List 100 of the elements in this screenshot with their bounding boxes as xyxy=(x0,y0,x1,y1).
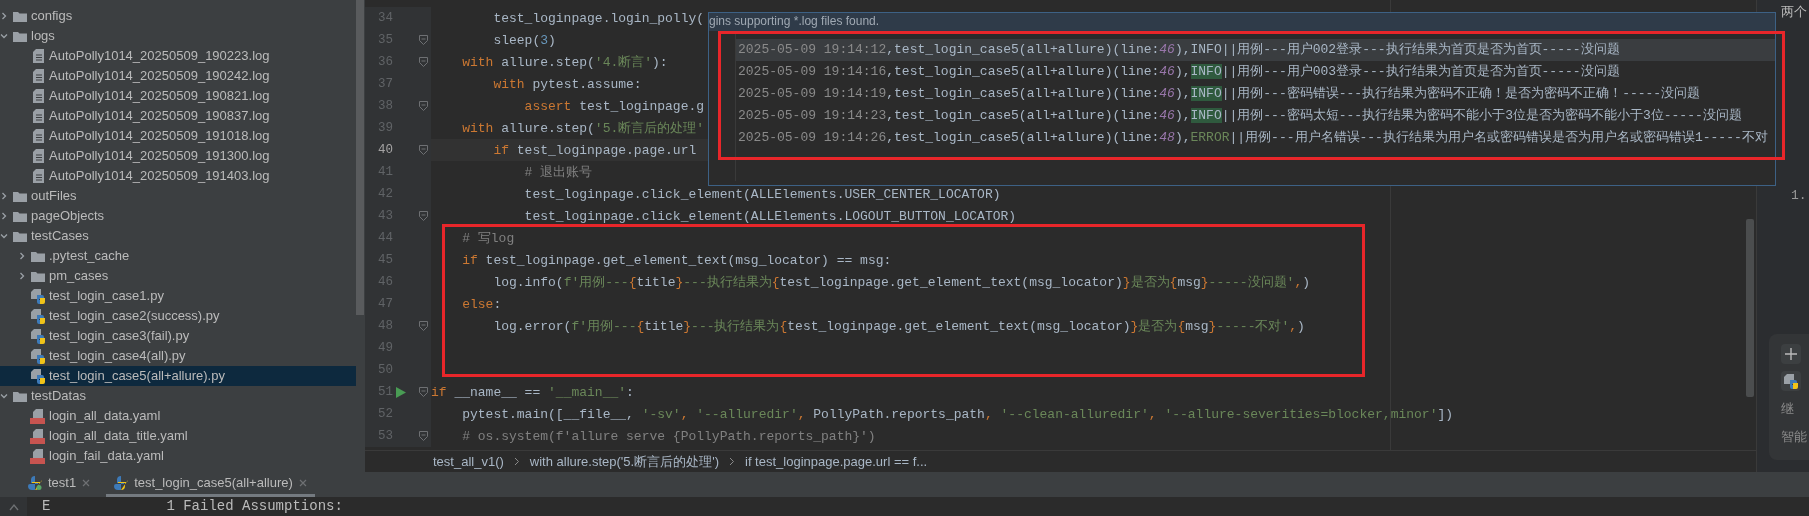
fold-icon[interactable] xyxy=(418,321,428,331)
tree-item[interactable]: testDatas xyxy=(0,386,356,406)
scrollbar[interactable] xyxy=(356,0,364,315)
python-file-icon xyxy=(31,288,45,304)
collapse-chevron-icon xyxy=(18,252,26,260)
code-line: else: xyxy=(461,296,502,312)
yaml-file-icon xyxy=(30,408,46,424)
code-line: log.error(f'用例---{title}---执行结果为{test_loginpage.get_element_text(msg_locator)}是否为{msg}-----不对',) xyxy=(492,318,1305,334)
code-line: test_loginpage.login_polly( xyxy=(492,10,705,26)
run-tab[interactable]: test1 xyxy=(20,472,99,497)
add-button[interactable] xyxy=(1781,344,1801,364)
expand-chevron-icon xyxy=(0,32,8,40)
panel-text: 两个 xyxy=(1781,4,1807,19)
file-button[interactable] xyxy=(1781,371,1801,391)
tree-item[interactable]: test_login_case1.py xyxy=(0,286,356,306)
tree-item[interactable]: AutoPolly1014_20250509_190242.log xyxy=(0,66,356,86)
tree-item[interactable]: AutoPolly1014_20250509_191300.log xyxy=(0,146,356,166)
run-icon[interactable] xyxy=(396,386,406,398)
python-file-icon xyxy=(31,328,45,344)
code-line: assert test_loginpage.g xyxy=(523,98,705,114)
scrollbar[interactable] xyxy=(1746,219,1754,397)
tree-item[interactable]: outFiles xyxy=(0,186,356,206)
code-line: if test_loginpage.get_element_text(msg_locator) == msg: xyxy=(461,252,892,268)
tree-item[interactable]: test_login_case4(all).py xyxy=(0,346,356,366)
collapse-chevron-icon xyxy=(0,12,8,20)
close-icon xyxy=(298,479,307,487)
tree-item[interactable]: test_login_case2(success).py xyxy=(0,306,356,326)
log-entry[interactable]: 2025-05-09 19:14:23,test_login_case5(all+allure)(line:46),INFO||用例---密码太短---执行结果为密码不能小于3位是否为密码不能小于3位-----没问题 xyxy=(736,105,1775,127)
document-icon xyxy=(32,149,44,163)
collapse-chevron-icon xyxy=(0,192,8,200)
tree-item[interactable]: AutoPolly1014_20250509_190821.log xyxy=(0,86,356,106)
document-icon xyxy=(32,109,44,123)
run-tab[interactable]: test_login_case5(all+allure) xyxy=(106,472,315,497)
tree-item[interactable]: AutoPolly1014_20250509_191403.log xyxy=(0,166,356,186)
folder-icon xyxy=(13,230,27,242)
expand-chevron-icon xyxy=(0,232,8,240)
code-line: log.info(f'用例---{title}---执行结果为{test_loginpage.get_element_text(msg_locator)}是否为{msg}-----没问题',) xyxy=(492,274,1311,290)
python-icon xyxy=(114,476,129,490)
code-line: pytest.main([__file__, '-sv', '--alluredir', PollyPath.reports_path, '--clean-alluredir', '--allure-severities=blocker,minor']) xyxy=(461,406,1454,422)
folder-icon xyxy=(13,30,27,42)
fold-icon[interactable] xyxy=(418,431,428,441)
tree-item[interactable]: testCases xyxy=(0,226,356,246)
document-icon xyxy=(32,69,44,83)
fold-icon[interactable] xyxy=(418,101,428,111)
code-line: test_loginpage.click_element(ALLElements.LOGOUT_BUTTON_LOCATOR) xyxy=(523,208,1017,224)
code-line: with allure.step('5.断言后的处理' xyxy=(461,120,705,136)
tree-item[interactable]: AutoPolly1014_20250509_190223.log xyxy=(0,46,356,66)
fold-icon[interactable] xyxy=(418,211,428,221)
yaml-file-icon xyxy=(30,448,46,464)
console-text: 1 Failed Assumptions: xyxy=(166,497,343,516)
tree-item[interactable]: login_all_data.yaml xyxy=(0,406,356,426)
tree-item[interactable]: test_login_case5(all+allure).py xyxy=(0,366,356,386)
plus-icon xyxy=(1785,348,1797,360)
code-line: sleep(3) xyxy=(492,32,556,48)
code-line: # 写log xyxy=(461,230,515,246)
tree-item[interactable]: .pytest_cache xyxy=(0,246,356,266)
python-file-icon xyxy=(31,308,45,324)
fold-icon[interactable] xyxy=(418,145,428,155)
tree-item[interactable]: pm_cases xyxy=(0,266,356,286)
collapse-chevron-icon xyxy=(0,212,8,220)
panel-label: 继 xyxy=(1781,401,1794,416)
chevron-icon xyxy=(729,457,735,466)
yaml-file-icon xyxy=(30,428,46,444)
close-icon xyxy=(82,479,91,487)
tree-item[interactable]: login_all_data_title.yaml xyxy=(0,426,356,446)
document-icon xyxy=(32,129,44,143)
line-number: 40 xyxy=(377,141,393,159)
tree-item[interactable]: configs xyxy=(0,6,356,26)
folder-icon xyxy=(31,270,45,282)
chevron-icon xyxy=(513,457,520,466)
code-line: test_loginpage.click_element(ALLElements.USER_CENTER_LOCATOR) xyxy=(523,186,1001,202)
breadcrumb[interactable]: with allure.step('5.断言后的处理') xyxy=(529,451,719,472)
python-file-icon xyxy=(31,348,45,364)
list-marker: 1. xyxy=(1791,188,1807,203)
fold-icon[interactable] xyxy=(418,35,428,45)
document-icon xyxy=(32,89,44,103)
collapse-chevron-icon xyxy=(18,272,26,280)
breadcrumb[interactable]: if test_loginpage.page.url == f... xyxy=(745,451,928,472)
tree-item[interactable]: AutoPolly1014_20250509_190837.log xyxy=(0,106,356,126)
tree-item[interactable]: logs xyxy=(0,26,356,46)
document-icon xyxy=(32,169,44,183)
log-entry[interactable]: 2025-05-09 19:14:19,test_login_case5(all+allure)(line:46),INFO||用例---密码错误---执行结果为密码不正确！是否为密码不正确！-----没问题 xyxy=(736,83,1775,105)
code-line: if __name__ == '__main__': xyxy=(431,384,634,400)
tree-item[interactable]: pageObjects xyxy=(0,206,356,226)
expand-chevron-icon xyxy=(0,392,8,400)
tree-item[interactable]: AutoPolly1014_20250509_191018.log xyxy=(0,126,356,146)
tree-item[interactable]: login_fail_data.yaml xyxy=(0,446,356,466)
console-marker: E xyxy=(42,497,51,516)
fold-icon[interactable] xyxy=(418,57,428,67)
tree-item[interactable]: test_login_case3(fail).py xyxy=(0,326,356,346)
popup-title: gins supporting *.log files found. xyxy=(709,14,880,28)
fold-icon[interactable] xyxy=(418,387,428,397)
log-entry[interactable]: 2025-05-09 19:14:26,test_login_case5(all+allure)(line:48),ERROR||用例---用户名错误---执行结果为用户名或密码错误是否为用户名或密码错误1-----不对 xyxy=(736,127,1775,149)
log-entry[interactable]: 2025-05-09 19:14:16,test_login_case5(all+allure)(line:46),INFO||用例---用户003登录---执行结果为首页是否为首页-----没问题 xyxy=(736,61,1775,83)
folder-icon xyxy=(13,10,27,22)
log-entry[interactable]: 2025-05-09 19:14:12,test_login_case5(all+allure)(line:46),INFO||用例---用户002登录---执行结果为首页是否为首页-----没问题 xyxy=(736,39,1775,61)
breadcrumb[interactable]: test_all_v1() xyxy=(433,451,504,472)
code-line: with pytest.assume: xyxy=(492,76,642,92)
code-line: # 退出账号 xyxy=(523,164,593,180)
code-line: if test_loginpage.page.url xyxy=(492,142,697,158)
